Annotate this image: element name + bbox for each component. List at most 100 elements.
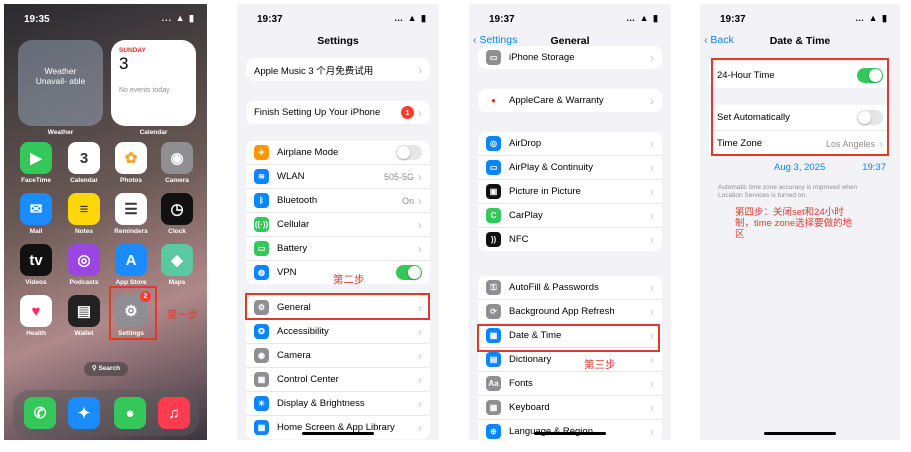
health-icon: ♥ bbox=[31, 302, 41, 320]
battery-icon: ▭ bbox=[254, 241, 269, 256]
calendar-widget-label: Calendar bbox=[139, 129, 168, 136]
app-podcasts[interactable]: ◎ bbox=[68, 244, 100, 276]
row-label: WLAN bbox=[277, 171, 305, 182]
row-cellular[interactable]: ((·)) Cellular › bbox=[246, 213, 430, 237]
date-value[interactable]: Aug 3, 2025 bbox=[774, 162, 825, 173]
app-label: Wallet bbox=[74, 330, 94, 337]
row-label: Picture in Picture bbox=[509, 186, 581, 197]
calendar-icon: 3 bbox=[79, 149, 89, 167]
finish-setup-row[interactable]: Finish Setting Up Your iPhone 1 › bbox=[246, 101, 430, 124]
maps-icon: ◆ bbox=[171, 252, 183, 269]
app-reminders[interactable]: ☰ bbox=[115, 193, 147, 225]
row-label: Dictionary bbox=[509, 354, 552, 365]
weather-widget[interactable]: Weather Unavail- able bbox=[18, 40, 103, 126]
dock-app-icon: ✆ bbox=[33, 405, 47, 422]
chevron-right-icon: › bbox=[418, 169, 422, 184]
app-label: Calendar bbox=[70, 177, 98, 184]
app-videos[interactable]: tv bbox=[20, 244, 52, 276]
reminders-icon: ☰ bbox=[124, 201, 138, 218]
dock-app[interactable]: ✆ bbox=[24, 397, 56, 429]
app-camera[interactable]: ◉ bbox=[161, 142, 193, 174]
row-airplane-mode[interactable]: ✈ Airplane Mode bbox=[246, 141, 430, 165]
date-time-screen: 19:37 … ▲ ▮ ‹ Back Date & Time 24-Hour T… bbox=[700, 4, 900, 440]
row-carplay[interactable]: C CarPlay › bbox=[478, 204, 662, 228]
finish-group: Finish Setting Up Your iPhone 1 › bbox=[246, 101, 430, 124]
row-battery[interactable]: ▭ Battery › bbox=[246, 237, 430, 261]
dock-app[interactable]: ✦ bbox=[68, 397, 100, 429]
status-icons: … ▲ ▮ bbox=[855, 13, 888, 23]
row-bluetooth[interactable]: ᛒ Bluetooth On › bbox=[246, 189, 430, 213]
row-display-brightness[interactable]: ☀ Display & Brightness › bbox=[246, 392, 430, 416]
app-label: Maps bbox=[168, 279, 186, 286]
app-mail[interactable]: ✉ bbox=[20, 193, 52, 225]
row-accessibility[interactable]: ✪ Accessibility › bbox=[246, 320, 430, 344]
language-region-icon: ⊕ bbox=[486, 424, 501, 439]
highlight-date-time bbox=[477, 324, 660, 352]
row-label: Accessibility bbox=[277, 326, 329, 337]
app-calendar[interactable]: 3 bbox=[68, 142, 100, 174]
app-notes[interactable]: ≡ bbox=[68, 193, 100, 225]
row-fonts[interactable]: Aa Fonts › bbox=[478, 372, 662, 396]
app-wallet[interactable]: ▤ bbox=[68, 295, 100, 327]
row-camera[interactable]: ◉ Camera › bbox=[246, 344, 430, 368]
chevron-right-icon: › bbox=[418, 420, 422, 435]
time-value[interactable]: 19:37 bbox=[862, 162, 886, 173]
keyboard-icon: ▦ bbox=[486, 400, 501, 415]
app-facetime[interactable]: ▶ bbox=[20, 142, 52, 174]
status-bar: 19:37 … ▲ ▮ bbox=[237, 12, 439, 28]
home-indicator bbox=[302, 432, 374, 435]
page-title: Date & Time bbox=[769, 35, 831, 47]
chevron-right-icon: › bbox=[650, 424, 654, 439]
app-health[interactable]: ♥ bbox=[20, 295, 52, 327]
weather-text: Weather Unavail- able bbox=[35, 66, 86, 86]
chevron-right-icon: › bbox=[650, 184, 654, 199]
row-label: Keyboard bbox=[509, 402, 550, 413]
row-language-region[interactable]: ⊕Language & Region› bbox=[478, 420, 662, 440]
row-control-center[interactable]: ▦ Control Center › bbox=[246, 368, 430, 392]
iphone-storage-icon: ▭ bbox=[486, 50, 501, 65]
row-label: AirDrop bbox=[509, 138, 542, 149]
dock-app-icon: ✦ bbox=[77, 405, 91, 422]
row-keyboard[interactable]: ▦ Keyboard › bbox=[478, 396, 662, 420]
wlan-icon: ≋ bbox=[254, 169, 269, 184]
calendar-widget[interactable]: SUNDAY 3 No events today bbox=[111, 40, 196, 126]
app-label: Podcasts bbox=[69, 279, 99, 286]
nfc-icon: )) bbox=[486, 232, 501, 247]
row-airdrop[interactable]: ◎ AirDrop › bbox=[478, 132, 662, 156]
row-autofill-passwords[interactable]: ⚿ AutoFill & Passwords › bbox=[478, 276, 662, 300]
applecare-warranty-icon: ● bbox=[486, 93, 501, 108]
app-maps[interactable]: ◆ bbox=[161, 244, 193, 276]
cellular-icon: ((·)) bbox=[254, 217, 269, 232]
finish-label: Finish Setting Up Your iPhone bbox=[254, 107, 381, 118]
app-label: Notes bbox=[74, 228, 94, 235]
row-home-screen-app-library[interactable]: ▦ Home Screen & App Library › bbox=[246, 416, 430, 439]
status-icons: … ▲ ▮ bbox=[626, 13, 659, 23]
chevron-right-icon: › bbox=[650, 50, 654, 65]
vpn-toggle[interactable] bbox=[396, 265, 422, 280]
search-pill[interactable]: ⚲ Search bbox=[84, 362, 128, 376]
preferences-group: ⚿ AutoFill & Passwords › ⟳ Background App Re… bbox=[478, 276, 662, 440]
control-center-icon: ▦ bbox=[254, 372, 269, 387]
row-nfc[interactable]: )) NFC › bbox=[478, 228, 662, 251]
app-photos[interactable]: ✿ bbox=[115, 142, 147, 174]
step4-label: 第四步：关闭set和24小时制，time zone选择要做的地区 bbox=[735, 207, 853, 240]
dock-app[interactable]: ♫ bbox=[158, 397, 190, 429]
dock-app[interactable]: ● bbox=[114, 397, 146, 429]
row-picture-in-picture[interactable]: ▣ Picture in Picture › bbox=[478, 180, 662, 204]
row-wlan[interactable]: ≋ WLAN 505-5G › bbox=[246, 165, 430, 189]
row-background-app-refresh[interactable]: ⟳ Background App Refresh › bbox=[478, 300, 662, 324]
dock: ✆ ✦ ● ♫ bbox=[13, 390, 199, 436]
app-clock[interactable]: ◷ bbox=[161, 193, 193, 225]
dictionary-icon: ▤ bbox=[486, 352, 501, 367]
promo-row[interactable]: Apple Music 3 个月免费试用 › bbox=[246, 58, 430, 81]
airplane-mode-toggle[interactable] bbox=[396, 145, 422, 160]
chevron-right-icon: › bbox=[650, 208, 654, 223]
row-label: Cellular bbox=[277, 219, 310, 230]
notes-icon: ≡ bbox=[79, 200, 89, 218]
app-app-store[interactable]: A bbox=[115, 244, 147, 276]
row-applecare-warranty[interactable]: ● AppleCare & Warranty › bbox=[478, 89, 662, 112]
row-iphone-storage[interactable]: ▭ iPhone Storage › bbox=[478, 46, 662, 69]
row-airplay-continuity[interactable]: ▭ AirPlay & Continuity › bbox=[478, 156, 662, 180]
chevron-right-icon: › bbox=[650, 280, 654, 295]
calendar-day: 3 bbox=[119, 54, 129, 73]
